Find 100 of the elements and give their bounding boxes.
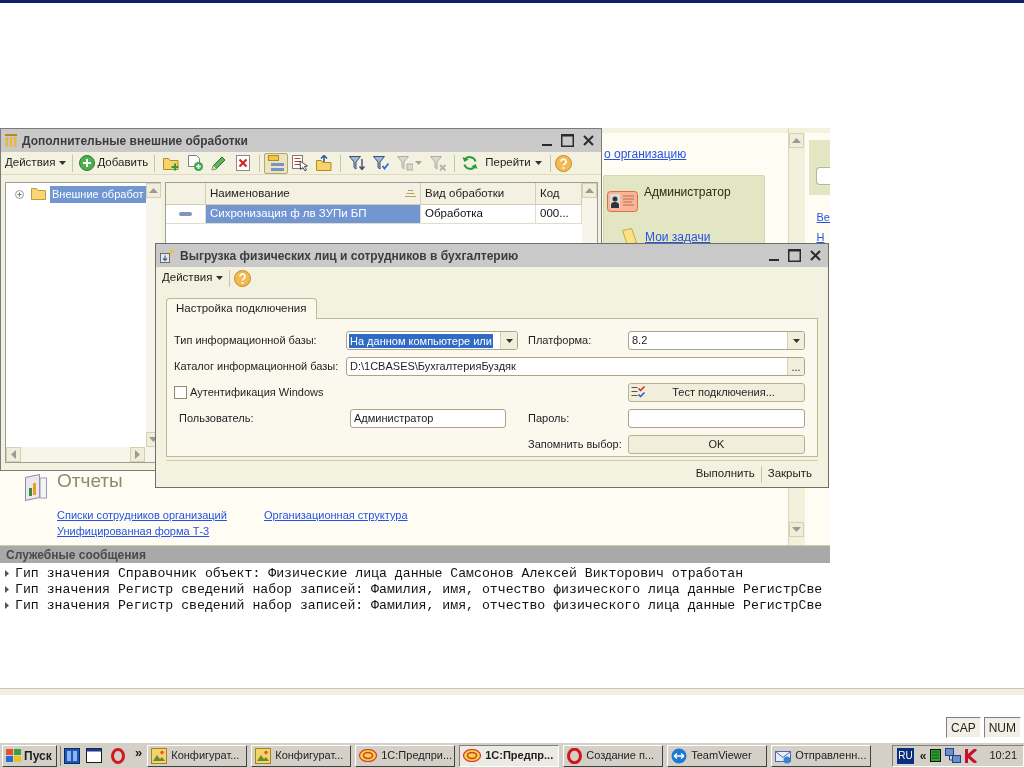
chart-icon [25,474,47,501]
section-title: Отчеты [57,470,124,492]
input-field[interactable]: D:\1CBASES\БухгалтерияБуздяк ... [346,357,805,376]
actions-menu[interactable]: Действия [3,153,69,173]
task-button[interactable]: Конфигурат... [251,744,352,767]
column-header[interactable]: Вид обработки [421,183,536,204]
arrow-down-icon [791,527,801,532]
task-button[interactable]: Отправленн... [771,744,872,767]
filter-clear-icon [430,155,447,171]
id-card-icon [607,191,638,212]
link[interactable]: Ве [804,211,830,224]
dialog-button[interactable]: Выполнить [689,463,761,485]
table-cell: Сихронизация ф лв ЗУПи БП [206,205,421,223]
window-title: Дополнительные внешние обработки [22,132,248,150]
caret-icon [59,161,67,165]
field-label: Пароль: [528,411,571,427]
field-label: Тип информационной базы: [174,333,318,349]
panels-icon[interactable] [64,747,80,764]
maximize-icon[interactable] [788,249,801,262]
scroll-up-button[interactable] [582,183,597,198]
scroll-down-button[interactable] [788,522,804,537]
expand-icon[interactable] [15,189,24,199]
field-label: Платформа: [528,333,593,349]
actions-menu[interactable]: Действия [160,268,226,288]
scroll-right-button[interactable] [130,447,145,462]
filter-icon [397,155,414,171]
tray-expand-button[interactable]: « [919,748,927,763]
caret-icon [415,161,423,165]
language-indicator[interactable]: RU [897,747,914,764]
arrow-up-icon [148,188,158,193]
task-button[interactable]: 1С:Предпри... [355,744,456,767]
message-text: Гип значения Регистр сведений набор записей: Фамилия, имя, отчество физического лица данные РегистрСве [15,581,823,597]
search-field[interactable] [815,167,830,185]
go-menu[interactable]: Перейти [481,153,546,173]
dropdown-field[interactable]: 8.2 [628,331,805,350]
link[interactable]: Организационная структура [264,509,408,522]
caret-icon [792,338,800,343]
dropdown-button[interactable] [500,332,517,349]
link[interactable]: Унифицированная форма Т-3 [57,525,264,538]
arrow-up-icon [791,138,801,143]
close-icon[interactable] [583,135,594,146]
folder-arrow-icon [316,155,333,171]
close-icon[interactable] [810,250,821,261]
task-button[interactable]: Создание п... [563,744,664,767]
task-button[interactable]: TeamViewer [667,744,768,767]
tab[interactable]: Настройка подключения [166,298,317,319]
help-icon[interactable] [234,269,252,287]
status-indicator: CAP [946,717,981,738]
user-name: Администратор [644,185,731,199]
add-button[interactable]: Добавить [77,153,151,173]
status-indicator: NUM [983,717,1021,738]
ring-icon[interactable] [111,747,125,764]
dropdown-field[interactable]: На данном компьютере или [346,331,518,350]
network-icon[interactable] [945,748,962,763]
document-plus-icon [187,155,204,171]
folder-icon [31,188,46,200]
refresh-icon[interactable] [462,155,479,171]
scroll-up-button[interactable] [788,133,804,148]
link[interactable]: о организацию [604,147,788,161]
checkbox-label[interactable]: Аутентификация Windows [190,384,324,401]
picture-icon [151,747,168,764]
more-button[interactable]: » [135,745,143,766]
task-button[interactable]: Конфигурат... [147,744,248,767]
delete-icon [235,155,252,171]
message-text: Гип значения Справочник объект: Физические лица данные Самсонов Алексей Викторович отработан [15,565,744,581]
logo-icon[interactable] [965,748,978,763]
filter-check-icon [373,155,390,171]
pencil-icon [211,155,228,171]
hierarchy-icon [268,155,285,171]
task-button[interactable]: 1С:Предпр... [459,744,560,767]
list-cursor-icon [292,155,309,171]
monitor-icon[interactable] [930,749,942,762]
field-label: Каталог информационной базы: [174,359,340,375]
dash-icon [179,212,192,216]
field-label: Запомнить выбор: [528,437,623,453]
input-field[interactable]: Администратор [350,409,506,428]
column-header[interactable]: Наименование [206,183,421,204]
dropdown-button[interactable] [787,332,804,349]
arrows-circle-icon [671,747,688,764]
link[interactable]: Мои задачи [645,230,711,244]
arrow-right-icon [135,450,140,459]
link[interactable]: Н [804,231,830,244]
ok-button[interactable]: OK [628,435,805,454]
select-button[interactable]: ... [787,358,804,375]
checkbox[interactable] [174,386,187,399]
triangle-marker-icon [5,569,9,577]
field-label: Пользователь: [178,411,255,427]
link[interactable]: Списки сотрудников организаций [57,509,264,522]
test-button[interactable]: Тест подключения... [628,383,805,402]
clock: 10:21 [989,748,1017,764]
plus-circle-icon [79,155,96,171]
scroll-left-button[interactable] [6,447,21,462]
window-icon[interactable] [86,748,102,763]
start-button[interactable]: Пуск [2,744,57,767]
maximize-icon[interactable] [561,134,574,147]
caret-icon [534,161,542,165]
caret-icon [505,338,513,343]
help-icon[interactable] [554,154,572,172]
dialog-button[interactable]: Закрыть [761,463,818,485]
password-field[interactable] [628,409,805,428]
